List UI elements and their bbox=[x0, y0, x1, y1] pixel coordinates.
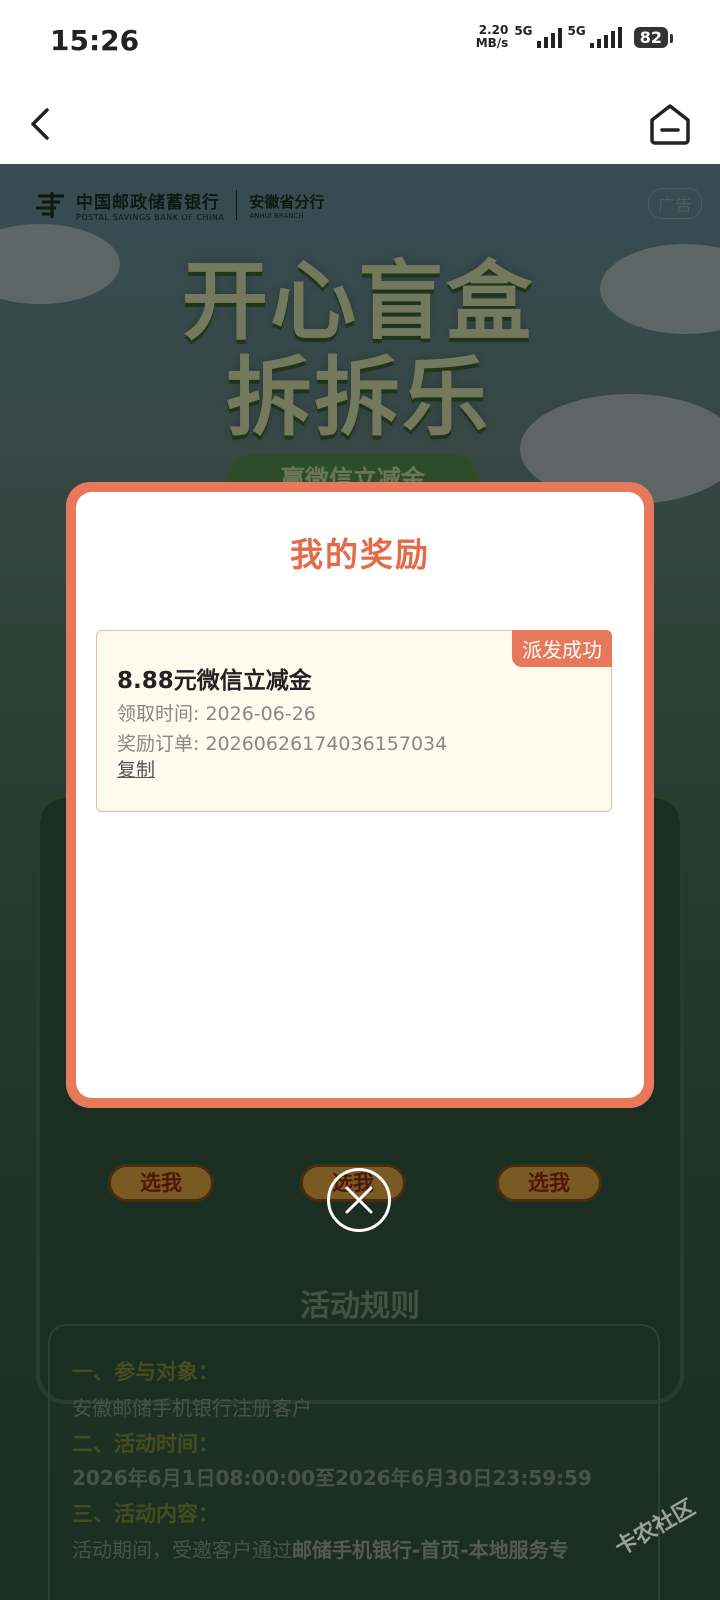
network-speed: 2.20 MB/s bbox=[475, 23, 509, 50]
network-type-2: 5G bbox=[567, 24, 586, 38]
close-icon[interactable] bbox=[327, 1168, 391, 1232]
home-icon[interactable] bbox=[646, 100, 694, 148]
reward-card: 派发成功 8.88元微信立减金 领取时间: 2026-06-26 奖励订单: 2… bbox=[96, 630, 612, 812]
reward-modal: 我的奖励 派发成功 8.88元微信立减金 领取时间: 2026-06-26 奖励… bbox=[66, 482, 654, 1108]
chevron-left-icon[interactable] bbox=[20, 102, 64, 146]
reward-name: 8.88元微信立减金 bbox=[117, 668, 312, 694]
status-time: 15:26 bbox=[50, 24, 140, 57]
network-type-1: 5G bbox=[514, 24, 533, 38]
status-bar: 15:26 2.20 MB/s 5G 5G 82 bbox=[0, 0, 720, 84]
copy-link[interactable]: 复制 bbox=[117, 759, 155, 781]
reward-modal-body: 我的奖励 派发成功 8.88元微信立减金 领取时间: 2026-06-26 奖励… bbox=[76, 492, 644, 1098]
battery-icon: 82 bbox=[633, 26, 674, 48]
signal-icon bbox=[589, 26, 622, 48]
status-badge: 派发成功 bbox=[512, 630, 612, 667]
navigation-bar bbox=[0, 84, 720, 164]
signal-icon bbox=[536, 26, 562, 48]
reward-time: 领取时间: 2026-06-26 bbox=[117, 703, 316, 725]
reward-order: 奖励订单: 20260626174036157034 复制 bbox=[117, 733, 448, 781]
status-indicators: 2.20 MB/s 5G 5G 82 bbox=[475, 23, 674, 50]
modal-title: 我的奖励 bbox=[290, 535, 430, 574]
